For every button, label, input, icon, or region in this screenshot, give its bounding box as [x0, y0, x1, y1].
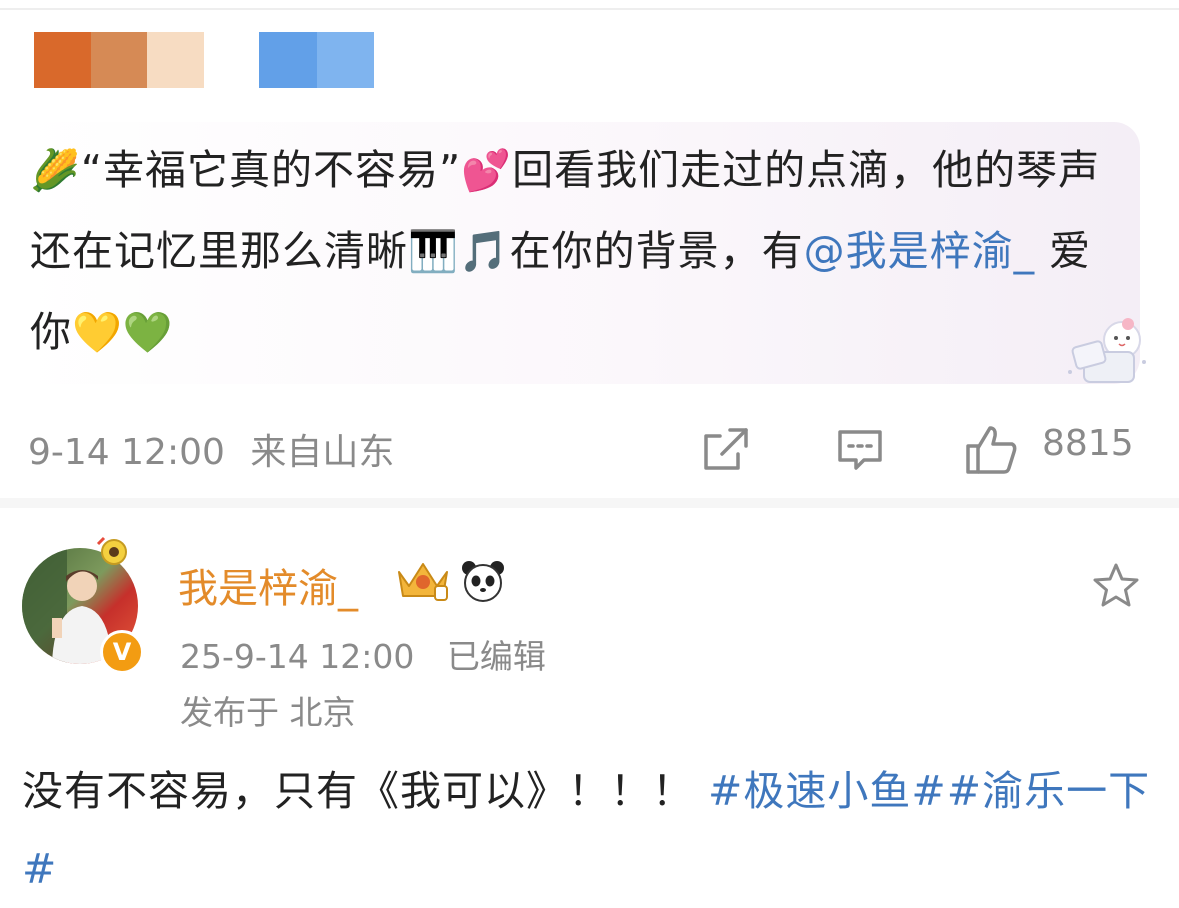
censored-username	[34, 32, 205, 88]
comment-icon[interactable]	[834, 424, 886, 476]
crown-icon	[398, 563, 448, 601]
corn-icon: 🌽	[30, 148, 81, 194]
censored-mention	[259, 32, 374, 88]
hearts-icon: 💕	[461, 148, 513, 194]
comment-username[interactable]: 我是梓渝_	[178, 556, 358, 614]
yellow-heart-icon: 💛	[72, 310, 123, 356]
avatar-pendant-icon	[96, 536, 127, 565]
post-quote: “幸福它真的不容易”	[80, 146, 462, 194]
verified-badge: V	[100, 630, 144, 674]
mention-link[interactable]: @我是梓渝_	[804, 227, 1036, 275]
comment-text: 没有不容易，只有《我可以》！！！ #极速小鱼##渝乐一下#	[22, 752, 1152, 908]
comment-body: 没有不容易，只有《我可以》！！！	[22, 767, 694, 815]
post-body-2: 在你的背景，有	[509, 227, 804, 275]
star-icon[interactable]	[1090, 560, 1142, 612]
green-heart-icon: 💚	[122, 310, 174, 356]
post-text: 🌽“幸福它真的不容易”💕回看我们走过的点滴，他的琴声还在记忆里那么清晰🎹🎵在你的…	[30, 130, 1120, 373]
comment-time: 25-9-14 12:00	[180, 637, 415, 676]
like-count: 8815	[1042, 423, 1134, 464]
panda-icon	[462, 561, 504, 602]
comment-location: 发布于 北京	[180, 693, 356, 732]
hashtag-link[interactable]: #极速小鱼#	[708, 767, 947, 815]
like-icon[interactable]	[964, 424, 1020, 476]
edited-label: 已编辑	[446, 637, 546, 676]
post-meta: 9-14 12:00 来自山东	[28, 423, 394, 475]
section-divider	[0, 498, 1179, 508]
piano-icon: 🎹	[408, 229, 459, 275]
share-icon[interactable]	[700, 424, 752, 476]
top-divider	[0, 8, 1179, 10]
post-source: 来自山东	[250, 432, 395, 473]
music-note-icon: 🎵	[458, 229, 510, 275]
cat-sticker-icon	[1068, 318, 1146, 383]
post-time: 9-14 12:00	[28, 432, 225, 473]
comment-time-row: 25-9-14 12:00 已编辑	[180, 630, 546, 678]
